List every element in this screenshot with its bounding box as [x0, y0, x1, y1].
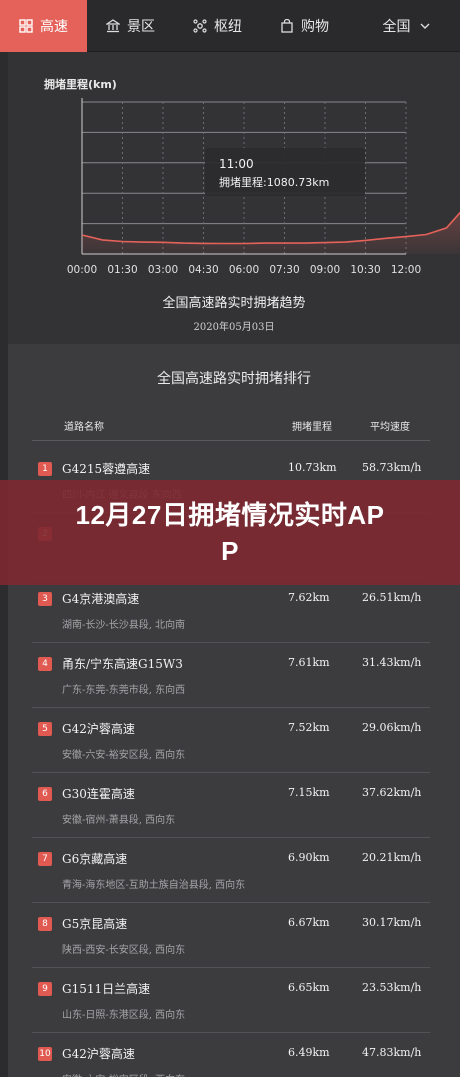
congestion-distance: 10.73km — [288, 461, 337, 474]
road-name: G5京昆高速 — [62, 917, 128, 931]
tab-highway[interactable]: 高速 — [0, 0, 87, 52]
road-segment: 广东-东莞-东莞市段, 东向西 — [62, 685, 186, 696]
tab-hub[interactable]: 枢纽 — [174, 0, 261, 52]
average-speed: 26.51km/h — [362, 591, 422, 604]
trend-chart-card: 00:00 01:30 03:00 04:30 06:00 07:30 09:00 10:30… — [8, 52, 460, 344]
landmark-icon — [106, 19, 120, 33]
grid-icon — [19, 19, 33, 33]
average-speed: 23.53km/h — [362, 981, 422, 994]
tab-shopping-label: 购物 — [301, 19, 329, 35]
x-tick-label: 01:30 — [107, 264, 137, 276]
congestion-distance: 6.67km — [288, 916, 330, 929]
tab-scenic[interactable]: 景区 — [87, 0, 174, 52]
average-speed: 29.06km/h — [362, 721, 422, 734]
rank-badge: 4 — [38, 657, 52, 671]
table-row[interactable]: 7 G6京藏高速 6.90km 20.21km/h 青海-海东地区-互助土族自治县段, … — [32, 838, 430, 903]
congestion-distance: 6.90km — [288, 851, 330, 864]
ranking-card: 全国高速路实时拥堵排行 道路名称 拥堵里程 平均速度 1 G4215蓉遵高速 10.… — [8, 344, 460, 1077]
chart-caption: 全国高速路实时拥堵趋势 — [162, 296, 306, 311]
road-name: G1511日兰高速 — [62, 982, 151, 996]
road-segment: 山东-日照-东港区段, 西向东 — [62, 1010, 186, 1021]
average-speed: 37.62km/h — [362, 786, 422, 799]
rank-badge: 10 — [38, 1047, 52, 1061]
road-name: G30连霍高速 — [62, 787, 135, 801]
x-tick-label: 04:30 — [188, 264, 218, 276]
congestion-distance: 6.65km — [288, 981, 330, 994]
column-header-name: 道路名称 — [64, 422, 104, 433]
road-segment: 湖南-长沙-长沙县段, 北向南 — [62, 620, 186, 631]
tab-hub-label: 枢纽 — [214, 19, 242, 35]
congestion-distance: 7.15km — [288, 786, 330, 799]
table-row[interactable]: 8 G5京昆高速 6.67km 30.17km/h 陕西-西安-长安区段, 西向东 — [32, 903, 430, 968]
rank-badge: 9 — [38, 982, 52, 996]
congestion-distance: 6.49km — [288, 1046, 330, 1059]
rank-badge: 8 — [38, 917, 52, 931]
x-tick-label: 09:00 — [310, 264, 340, 276]
road-segment: 青海-海东地区-互助土族自治县段, 西向东 — [62, 880, 246, 891]
road-name: G42沪蓉高速 — [62, 1047, 135, 1061]
banner-title-line1: 12月27日拥堵情况实时AP — [75, 499, 385, 530]
x-tick-label: 06:00 — [229, 264, 259, 276]
top-nav: 高速 景区 枢纽 购物 全国 — [0, 0, 460, 52]
tab-shopping[interactable]: 购物 — [261, 0, 348, 52]
road-name: G4京港澳高速 — [62, 592, 140, 606]
rank-badge: 1 — [38, 462, 52, 476]
chevron-down-icon — [420, 23, 429, 29]
rank-badge: 3 — [38, 592, 52, 606]
congestion-distance: 7.61km — [288, 656, 330, 669]
average-speed: 20.21km/h — [362, 851, 422, 864]
road-name: 甬东/宁东高速G15W3 — [62, 657, 183, 671]
road-name: G42沪蓉高速 — [62, 722, 135, 736]
average-speed: 31.43km/h — [362, 656, 422, 669]
title-banner: 12月27日拥堵情况实时AP P — [0, 480, 460, 585]
x-tick-label: 03:00 — [148, 264, 178, 276]
x-tick-label: 10:30 — [350, 264, 380, 276]
region-label: 全国 — [382, 19, 411, 35]
bag-icon — [281, 19, 293, 33]
chart-date: 2020年05月03日 — [193, 322, 275, 333]
road-segment: 安徽-六安-裕安区段, 西向东 — [62, 750, 186, 761]
table-row[interactable]: 6 G30连霍高速 7.15km 37.62km/h 安徽-宿州-萧县段, 西向东 — [32, 773, 430, 838]
tooltip-value: 拥堵里程:1080.73km — [219, 175, 329, 189]
x-tick-label: 12:00 — [391, 264, 421, 276]
road-segment: 陕西-西安-长安区段, 西向东 — [62, 945, 186, 956]
column-header-speed: 平均速度 — [370, 422, 410, 433]
road-name: G6京藏高速 — [62, 852, 128, 866]
congestion-distance: 7.52km — [288, 721, 330, 734]
column-header-distance: 拥堵里程 — [292, 422, 332, 433]
region-select[interactable]: 全国 — [354, 0, 460, 52]
road-segment: 安徽-宿州-萧县段, 西向东 — [62, 815, 176, 826]
table-row[interactable]: 9 G1511日兰高速 6.65km 23.53km/h 山东-日照-东港区段, 西向东 — [32, 968, 430, 1033]
chart-y-title: 拥堵里程(km) — [44, 78, 117, 91]
road-segment: 安徽-六安-裕安区段, 西向东 — [62, 1071, 185, 1077]
x-tick-label: 00:00 — [67, 264, 97, 276]
rank-badge: 6 — [38, 787, 52, 801]
hub-icon — [193, 19, 207, 33]
table-row[interactable]: 4 甬东/宁东高速G15W3 7.61km 31.43km/h 广东-东莞-东莞市段, … — [32, 643, 430, 708]
banner-title-line2: P — [221, 535, 239, 566]
table-row[interactable]: 3 G4京港澳高速 7.62km 26.51km/h 湖南-长沙-长沙县段, 北向南 — [32, 578, 430, 643]
average-speed: 47.83km/h — [362, 1046, 422, 1059]
table-row[interactable]: 10 G42沪蓉高速 6.49km 47.83km/h 安徽-六安-裕安区段, 西向东 — [32, 1033, 430, 1077]
tab-highway-label: 高速 — [40, 19, 68, 35]
ranking-heading: 全国高速路实时拥堵排行 — [157, 371, 311, 387]
rank-badge: 7 — [38, 852, 52, 866]
rank-badge: 5 — [38, 722, 52, 736]
average-speed: 30.17km/h — [362, 916, 422, 929]
tooltip-time: 11:00 — [219, 157, 254, 171]
congestion-distance: 7.62km — [288, 591, 330, 604]
header-divider — [32, 440, 430, 441]
x-tick-label: 07:30 — [269, 264, 299, 276]
road-name: G4215蓉遵高速 — [62, 462, 151, 476]
tab-scenic-label: 景区 — [127, 19, 155, 35]
average-speed: 58.73km/h — [362, 461, 422, 474]
table-row[interactable]: 5 G42沪蓉高速 7.52km 29.06km/h 安徽-六安-裕安区段, 西向东 — [32, 708, 430, 773]
